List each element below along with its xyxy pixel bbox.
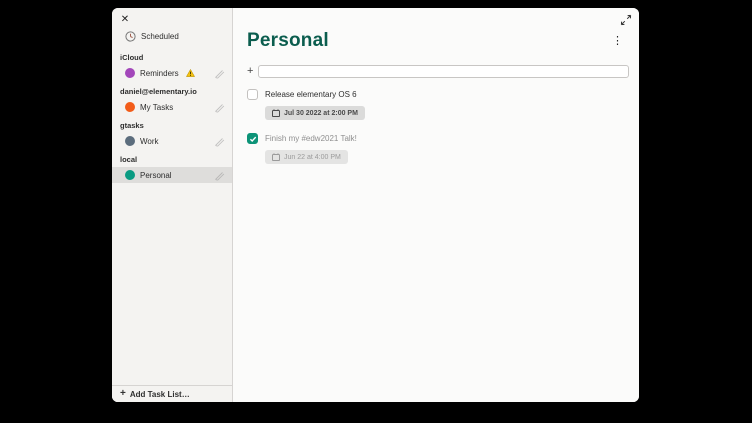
list-color-dot <box>125 102 135 112</box>
scheduled-label: Scheduled <box>141 32 179 41</box>
sidebar-item-my-tasks[interactable]: My Tasks <box>112 99 232 115</box>
sidebar-item-work[interactable]: Work <box>112 133 232 149</box>
sidebar-item-personal[interactable]: Personal <box>112 167 232 183</box>
list-color-dot <box>125 170 135 180</box>
sidebar-section-gtasks: gtasks <box>120 121 144 130</box>
edit-pencil-icon[interactable] <box>214 68 225 79</box>
sidebar: ✕ Scheduled iCloud Reminders daniel@elem… <box>112 8 233 402</box>
sidebar-item-label: Reminders <box>140 68 179 78</box>
sidebar-item-scheduled[interactable]: Scheduled <box>112 28 232 45</box>
list-color-dot <box>125 68 135 78</box>
task-row: Release elementary OS 6 Jul 30 2022 at 2… <box>247 89 629 122</box>
window-close-button[interactable]: ✕ <box>118 13 132 27</box>
list-color-dot <box>125 136 135 146</box>
task-checkbox-unchecked[interactable] <box>247 89 258 100</box>
task-list-view: Personal ⋮ + Release elementary OS 6 Jul… <box>233 8 639 402</box>
sidebar-item-reminders[interactable]: Reminders <box>112 65 232 81</box>
due-date-chip[interactable]: Jul 30 2022 at 2:00 PM <box>265 106 365 120</box>
sidebar-item-label: My Tasks <box>140 102 174 112</box>
due-date-label: Jun 22 at 4:00 PM <box>284 153 341 161</box>
plus-icon: + <box>120 388 126 399</box>
sidebar-section-daniel: daniel@elementary.io <box>120 87 197 96</box>
due-date-chip[interactable]: Jun 22 at 4:00 PM <box>265 150 348 164</box>
task-row: Finish my #edw2021 Talk! Jun 22 at 4:00 … <box>247 133 629 166</box>
add-task-plus-icon: + <box>247 65 254 77</box>
edit-pencil-icon[interactable] <box>214 170 225 181</box>
calendar-icon <box>272 109 280 117</box>
tasks-app-window: ✕ Scheduled iCloud Reminders daniel@elem… <box>112 8 639 402</box>
clock-icon <box>125 31 136 42</box>
task-checkbox-checked[interactable] <box>247 133 258 144</box>
new-task-input[interactable] <box>258 65 629 78</box>
due-date-label: Jul 30 2022 at 2:00 PM <box>284 109 358 117</box>
sidebar-section-local: local <box>120 155 138 164</box>
calendar-icon <box>272 153 280 161</box>
edit-pencil-icon[interactable] <box>214 136 225 147</box>
check-icon <box>249 136 256 142</box>
kebab-menu-button[interactable]: ⋮ <box>612 36 623 47</box>
sidebar-item-label: Personal <box>140 170 172 180</box>
task-label[interactable]: Finish my #edw2021 Talk! <box>265 134 357 143</box>
sidebar-item-label: Work <box>140 136 159 146</box>
page-title: Personal <box>247 30 329 51</box>
maximize-icon[interactable] <box>620 14 632 26</box>
warning-icon <box>185 69 195 77</box>
task-label[interactable]: Release elementary OS 6 <box>265 90 357 99</box>
sidebar-section-icloud: iCloud <box>120 53 144 62</box>
edit-pencil-icon[interactable] <box>214 102 225 113</box>
add-task-list-button[interactable]: + Add Task List… <box>112 385 232 402</box>
add-task-list-label: Add Task List… <box>129 389 190 399</box>
